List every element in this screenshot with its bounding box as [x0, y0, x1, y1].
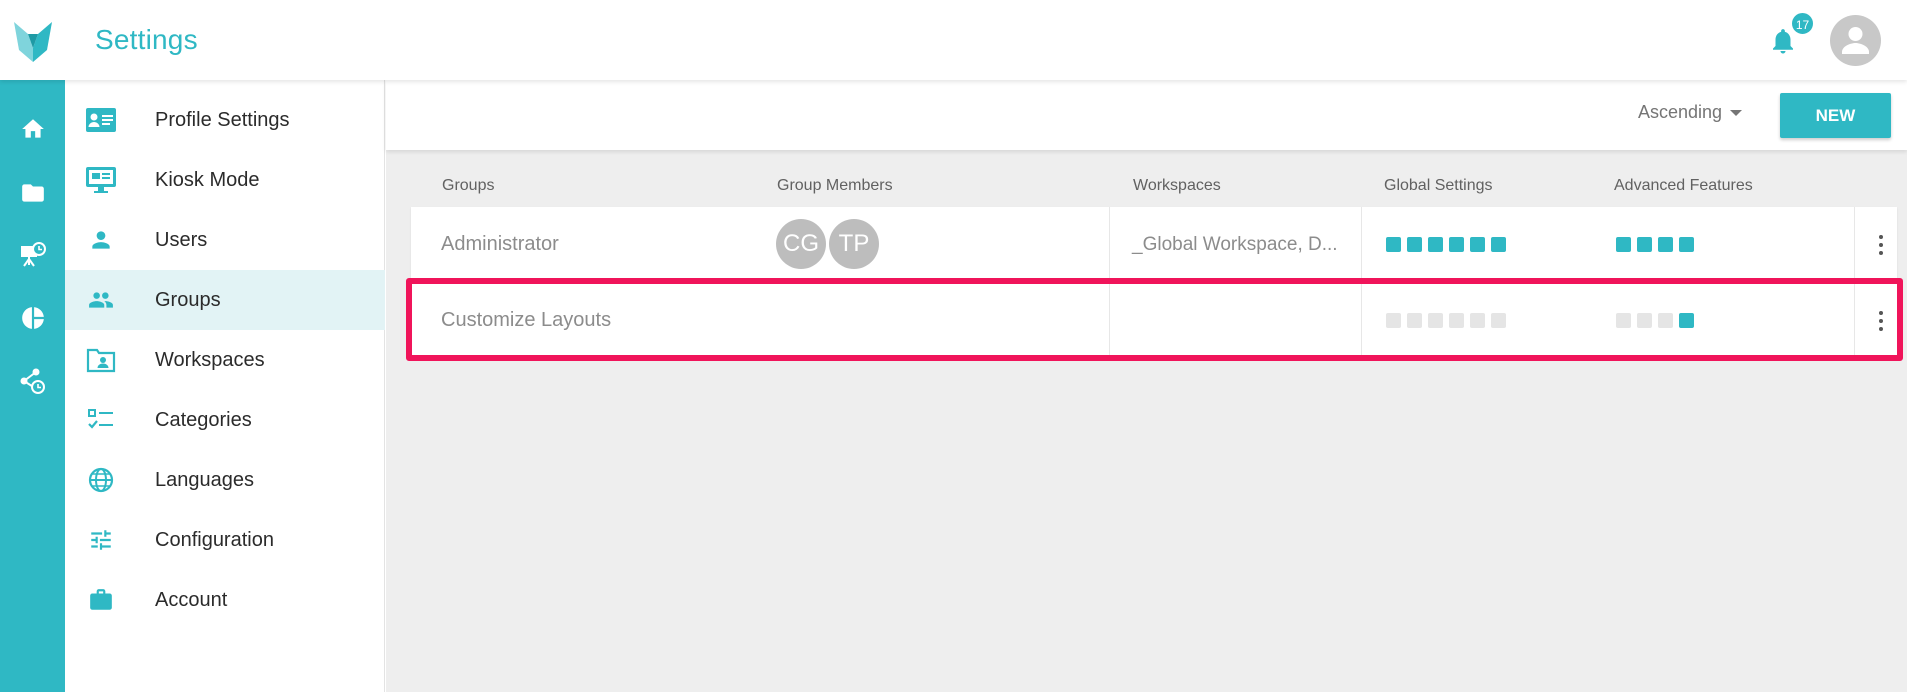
menu-item-label: Workspaces — [155, 349, 265, 371]
group-icon — [85, 285, 117, 315]
home-icon — [21, 119, 44, 138]
rail-item-home[interactable] — [0, 104, 65, 154]
permission-square — [1616, 313, 1631, 328]
rail-item-presentations[interactable] — [0, 230, 65, 280]
row-more-options-icon[interactable] — [1873, 231, 1889, 259]
folder-user-icon — [85, 345, 117, 375]
sliders-icon — [85, 525, 117, 555]
member-avatar[interactable]: CG — [776, 219, 826, 269]
permission-square — [1407, 237, 1422, 252]
rail-item-analytics[interactable] — [0, 293, 65, 343]
menu-item-account[interactable]: Account — [65, 570, 385, 630]
permission-square — [1658, 313, 1673, 328]
permission-square — [1428, 237, 1443, 252]
permission-square — [1470, 237, 1485, 252]
permission-square — [1616, 237, 1631, 252]
menu-item-profile-settings[interactable]: Profile Settings — [65, 90, 385, 150]
person-icon — [1842, 27, 1869, 54]
member-avatar[interactable]: TP — [829, 219, 879, 269]
table-row[interactable]: Administrator CG TP _Global Workspace, D… — [411, 207, 1897, 282]
content-toolbar: Ascending NEW — [386, 80, 1907, 150]
group-name: Customize Layouts — [441, 309, 612, 331]
groups-content: Ascending NEW Groups Group Members Works… — [386, 80, 1907, 692]
permission-square — [1658, 237, 1673, 252]
column-divider — [1109, 207, 1110, 282]
advanced-features-indicators — [1616, 237, 1694, 252]
global-settings-indicators — [1386, 237, 1506, 252]
menu-item-label: Configuration — [155, 529, 274, 551]
menu-item-groups[interactable]: Groups — [65, 270, 385, 330]
checklist-icon — [85, 405, 117, 435]
permission-square — [1637, 237, 1652, 252]
fox-logo-icon[interactable] — [14, 20, 52, 62]
row-more-options-icon[interactable] — [1873, 307, 1889, 335]
menu-item-label: Languages — [155, 469, 254, 491]
permission-square — [1428, 313, 1443, 328]
column-header-global-settings[interactable]: Global Settings — [1384, 177, 1493, 195]
menu-item-label: Profile Settings — [155, 109, 290, 131]
id-card-icon — [85, 105, 117, 135]
menu-item-workspaces[interactable]: Workspaces — [65, 330, 385, 390]
group-workspaces: _Global Workspace, D... — [1132, 234, 1338, 255]
sort-label: Ascending — [1638, 102, 1723, 122]
globe-icon — [85, 465, 117, 495]
user-avatar[interactable] — [1830, 15, 1881, 66]
menu-item-label: Categories — [155, 409, 252, 431]
menu-item-configuration[interactable]: Configuration — [65, 510, 385, 570]
column-divider — [1854, 283, 1855, 358]
permission-square — [1449, 237, 1464, 252]
briefcase-icon — [85, 585, 117, 615]
caret-down-icon — [1730, 109, 1743, 116]
folder-icon — [21, 184, 44, 202]
group-members: CG TP — [776, 219, 879, 269]
permission-square — [1679, 237, 1694, 252]
column-header-workspaces[interactable]: Workspaces — [1133, 177, 1221, 195]
column-divider — [1109, 283, 1110, 358]
share-clock-icon — [20, 368, 45, 394]
global-settings-indicators — [1386, 313, 1506, 328]
column-header-group-members[interactable]: Group Members — [777, 177, 893, 195]
permission-square — [1491, 313, 1506, 328]
presentation-clock-icon — [20, 242, 46, 267]
pie-chart-icon — [21, 307, 44, 329]
rail-item-files[interactable] — [0, 168, 65, 218]
table-row[interactable]: Customize Layouts — [411, 283, 1897, 358]
permission-square — [1386, 237, 1401, 252]
column-header-groups[interactable]: Groups — [442, 177, 494, 195]
settings-menu: Profile Settings Kiosk Mode Users Groups… — [65, 80, 385, 692]
page-title: Settings — [95, 24, 198, 55]
app-navigation-rail — [0, 80, 65, 692]
column-divider — [1854, 207, 1855, 282]
column-divider — [1361, 283, 1362, 358]
menu-item-label: Account — [155, 589, 228, 611]
permission-square — [1470, 313, 1485, 328]
menu-item-label: Kiosk Mode — [155, 169, 260, 191]
menu-item-users[interactable]: Users — [65, 210, 385, 270]
top-header: Settings 17 — [0, 0, 1907, 80]
new-group-button[interactable]: NEW — [1780, 93, 1891, 138]
notification-count-badge: 17 — [1790, 11, 1815, 36]
menu-item-languages[interactable]: Languages — [65, 450, 385, 510]
rail-item-sharing[interactable] — [0, 356, 65, 406]
menu-item-label: Groups — [155, 289, 221, 311]
permission-square — [1679, 313, 1694, 328]
monitor-icon — [85, 165, 117, 195]
sort-dropdown[interactable]: Ascending — [1638, 102, 1743, 123]
permission-square — [1407, 313, 1422, 328]
menu-item-label: Users — [155, 229, 208, 251]
permission-square — [1449, 313, 1464, 328]
menu-item-categories[interactable]: Categories — [65, 390, 385, 450]
menu-item-kiosk-mode[interactable]: Kiosk Mode — [65, 150, 385, 210]
advanced-features-indicators — [1616, 313, 1694, 328]
column-header-advanced-features[interactable]: Advanced Features — [1614, 177, 1753, 195]
permission-square — [1637, 313, 1652, 328]
group-name: Administrator — [441, 233, 559, 255]
permission-square — [1386, 313, 1401, 328]
user-icon — [85, 225, 117, 255]
column-divider — [1361, 207, 1362, 282]
permission-square — [1491, 237, 1506, 252]
